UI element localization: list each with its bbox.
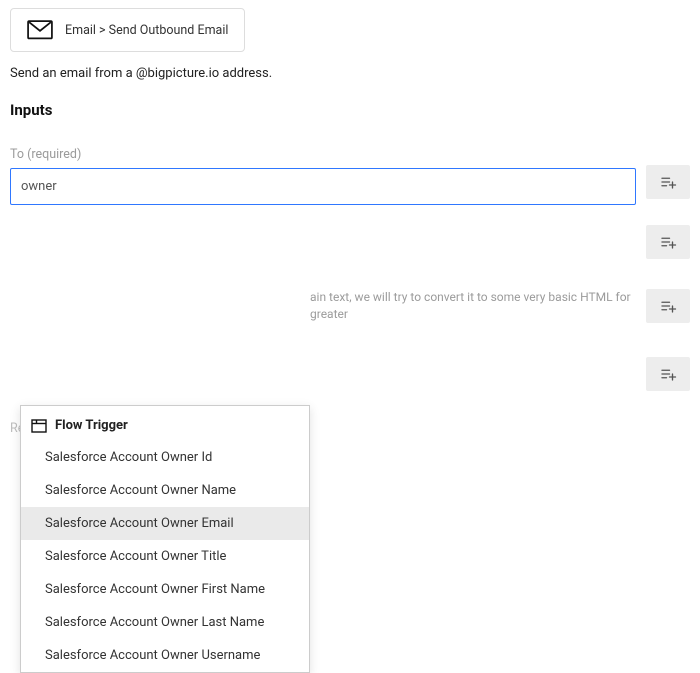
dropdown-item[interactable]: Salesforce Account Owner Title (21, 540, 309, 573)
action-header-card: Email > Send Outbound Email (10, 8, 245, 52)
variable-dropdown: Flow Trigger Salesforce Account Owner Id… (20, 405, 310, 673)
action-description: Send an email from a @bigpicture.io addr… (10, 66, 690, 81)
flow-trigger-icon (31, 419, 47, 433)
dropdown-group-label: Flow Trigger (55, 418, 128, 433)
breadcrumb: Email > Send Outbound Email (65, 23, 228, 38)
dropdown-group-header: Flow Trigger (21, 408, 309, 441)
dropdown-item[interactable]: Salesforce Account Owner Id (21, 441, 309, 474)
to-label: To (required) (10, 147, 636, 162)
insert-variable-button-3[interactable] (646, 289, 690, 323)
dropdown-item[interactable]: Salesforce Account Owner First Name (21, 573, 309, 606)
dropdown-item[interactable]: Salesforce Account Owner Last Name (21, 606, 309, 639)
email-icon (27, 19, 53, 41)
insert-variable-button-2[interactable] (646, 225, 690, 259)
to-input-wrap[interactable] (10, 168, 636, 205)
insert-variable-button-4[interactable] (646, 357, 690, 391)
to-input[interactable] (21, 179, 625, 194)
body-helper-text: ain text, we will try to convert it to s… (10, 289, 636, 323)
inputs-heading: Inputs (10, 101, 690, 119)
insert-variable-button-to[interactable] (646, 165, 690, 199)
dropdown-item[interactable]: Salesforce Account Owner Username (21, 639, 309, 672)
dropdown-item[interactable]: Salesforce Account Owner Name (21, 474, 309, 507)
